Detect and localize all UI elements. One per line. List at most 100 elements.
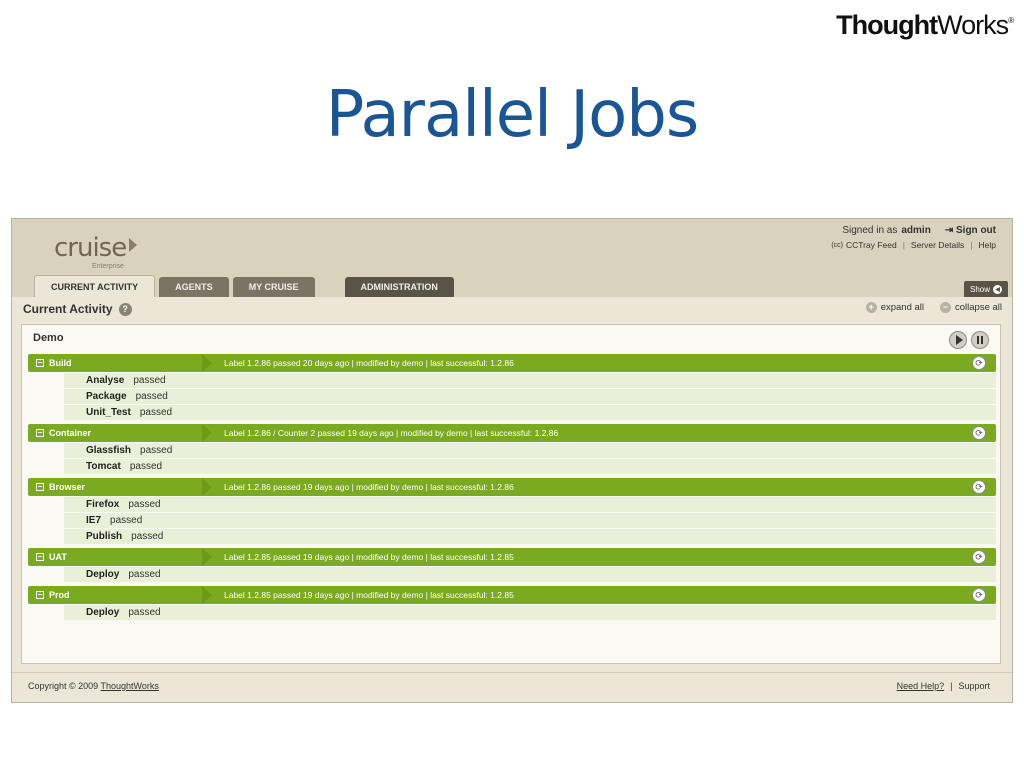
job-name: Tomcat (86, 461, 121, 472)
stage-info: Label 1.2.86 passed 20 days ago | modifi… (224, 358, 514, 368)
help-link[interactable]: Help (979, 240, 996, 250)
job-name: Deploy (86, 607, 120, 618)
refresh-icon[interactable]: ⟳ (972, 426, 986, 440)
slide-title: Parallel Jobs (325, 78, 700, 152)
collapse-toggle-icon[interactable]: − (36, 591, 44, 599)
stage-header[interactable]: − Container (28, 424, 212, 442)
stage-bar: − Browser Label 1.2.86 passed 19 days ag… (28, 478, 996, 496)
play-icon (955, 335, 963, 345)
chevron-left-icon: ◀ (993, 284, 1002, 294)
job-status: passed (128, 499, 161, 510)
job-status: passed (140, 445, 173, 456)
divider: | (902, 240, 905, 250)
job-list: Deploy passed (64, 605, 996, 620)
job-row[interactable]: Unit_Test passed (64, 405, 996, 420)
job-list: Deploy passed (64, 567, 996, 582)
stage-name: Prod (49, 590, 70, 600)
help-icon[interactable]: ? (118, 302, 132, 316)
cruise-logo[interactable]: cruise (54, 233, 138, 263)
stage-bar: − Prod Label 1.2.85 passed 19 days ago |… (28, 586, 996, 604)
expand-all-link[interactable]: expand all (881, 302, 924, 313)
server-details-link[interactable]: Server Details (911, 240, 964, 250)
job-status: passed (139, 407, 173, 418)
stage-info: Label 1.2.86 / Counter 2 passed 19 days … (224, 428, 559, 438)
job-row[interactable]: Analyse passed (64, 373, 996, 388)
stage-info: Label 1.2.85 passed 19 days ago | modifi… (224, 590, 514, 600)
current-activity-bar: Current Activity ? + expand all − collap… (12, 297, 1012, 321)
job-row[interactable]: Tomcat passed (64, 459, 996, 474)
job-row[interactable]: Package passed (64, 389, 996, 404)
tab-my-cruise[interactable]: MY CRUISE (232, 277, 315, 297)
plus-icon[interactable]: + (865, 302, 877, 313)
registered-mark: ® (1008, 16, 1014, 25)
stage-header[interactable]: − Browser (28, 478, 212, 496)
stage-name: Browser (49, 482, 86, 492)
minus-icon[interactable]: − (940, 302, 951, 313)
job-name: Unit_Test (86, 407, 131, 418)
job-row[interactable]: Glassfish passed (64, 443, 996, 458)
job-status: passed (131, 531, 164, 542)
username: admin (901, 225, 931, 236)
tab-agents[interactable]: AGENTS (159, 277, 229, 297)
sign-out-icon: ⇥ (944, 225, 954, 236)
logo-arrow-icon (129, 238, 138, 252)
job-name: Publish (86, 531, 123, 542)
cruise-logo-word: cruise (54, 233, 127, 263)
collapse-toggle-icon[interactable]: − (36, 553, 44, 561)
tab-administration[interactable]: ADMINISTRATION (344, 277, 454, 297)
sign-out-link[interactable]: ⇥ Sign out (945, 225, 996, 236)
stage-bar: − UAT Label 1.2.85 passed 19 days ago | … (28, 548, 996, 566)
stage-name: Container (49, 428, 92, 438)
support-link[interactable]: Support (958, 681, 990, 691)
logo-regular-text: Works (937, 10, 1009, 40)
stage-info: Label 1.2.86 passed 19 days ago | modifi… (224, 482, 514, 492)
stage-browser: − Browser Label 1.2.86 passed 19 days ag… (28, 478, 996, 544)
pause-button[interactable] (971, 331, 989, 349)
job-row[interactable]: Deploy passed (64, 567, 996, 582)
tab-current-activity[interactable]: CURRENT ACTIVITY (34, 275, 156, 297)
job-list: Glassfish passed Tomcat passed (64, 443, 996, 474)
job-status: passed (110, 515, 143, 526)
collapse-toggle-icon[interactable]: − (36, 359, 44, 367)
job-row[interactable]: IE7 passed (64, 513, 996, 528)
stage-bar: − Build Label 1.2.86 passed 20 days ago … (28, 354, 996, 372)
collapse-all-link[interactable]: collapse all (955, 302, 1002, 313)
stage-uat: − UAT Label 1.2.85 passed 19 days ago | … (28, 548, 996, 582)
refresh-icon[interactable]: ⟳ (972, 550, 986, 564)
stage-name: Build (49, 358, 72, 368)
user-box: Signed in as admin ⇥ Sign out (cc) CCTra… (831, 225, 996, 250)
play-button[interactable] (949, 331, 967, 349)
job-status: passed (128, 607, 161, 618)
pause-icon (977, 336, 983, 344)
job-name: IE7 (86, 515, 102, 526)
collapse-toggle-icon[interactable]: − (36, 429, 44, 437)
stage-info: Label 1.2.85 passed 19 days ago | modifi… (224, 552, 514, 562)
show-label: Show (969, 284, 990, 294)
stage-container: − Container Label 1.2.86 / Counter 2 pas… (28, 424, 996, 474)
need-help-link[interactable]: Need Help? (897, 681, 945, 691)
job-row[interactable]: Firefox passed (64, 497, 996, 512)
refresh-icon[interactable]: ⟳ (972, 588, 986, 602)
stage-bar: − Container Label 1.2.86 / Counter 2 pas… (28, 424, 996, 442)
stage-header[interactable]: − UAT (28, 548, 212, 566)
stage-list: − Build Label 1.2.86 passed 20 days ago … (28, 354, 996, 624)
job-name: Deploy (86, 569, 120, 580)
divider: | (950, 681, 953, 691)
show-button[interactable]: Show ◀ (963, 281, 1008, 297)
collapse-toggle-icon[interactable]: − (36, 483, 44, 491)
job-row[interactable]: Deploy passed (64, 605, 996, 620)
cruise-app-window: cruise Enterprise Signed in as admin ⇥ S… (11, 218, 1013, 703)
job-row[interactable]: Publish passed (64, 529, 996, 544)
refresh-icon[interactable]: ⟳ (972, 356, 986, 370)
refresh-icon[interactable]: ⟳ (972, 480, 986, 494)
copyright-text: Copyright © 2009 (28, 681, 99, 691)
thoughtworks-link[interactable]: ThoughtWorks (101, 681, 159, 691)
job-list: Firefox passed IE7 passed Publish passed (64, 497, 996, 544)
app-footer: Copyright © 2009 ThoughtWorks Need Help?… (12, 672, 1012, 702)
stage-header[interactable]: − Build (28, 354, 212, 372)
cctray-feed-link[interactable]: CCTray Feed (846, 240, 897, 250)
thoughtworks-logo: ThoughtWorks® (836, 10, 1014, 41)
job-status: passed (133, 375, 166, 386)
pipeline-name: Demo (33, 332, 64, 344)
stage-header[interactable]: − Prod (28, 586, 212, 604)
